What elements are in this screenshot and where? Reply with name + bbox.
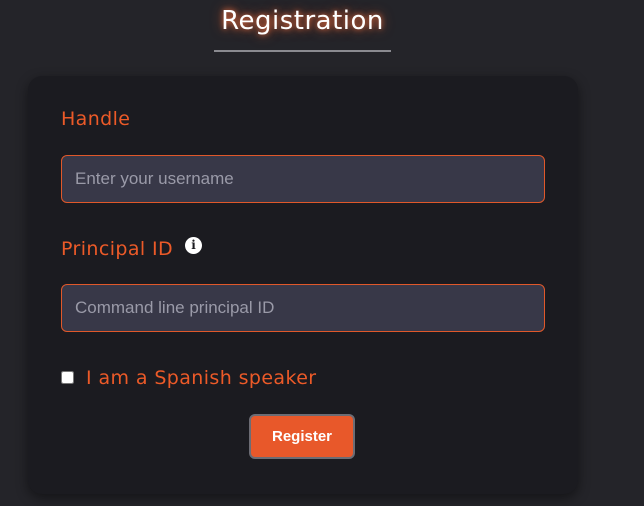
register-button[interactable]: Register [249, 414, 355, 459]
title-underline [214, 50, 391, 52]
page-title: Registration [221, 6, 384, 36]
spanish-speaker-label[interactable]: I am a Spanish speaker [86, 367, 317, 389]
handle-label: Handle [61, 108, 131, 130]
handle-input[interactable] [61, 155, 545, 203]
spanish-speaker-checkbox[interactable] [61, 371, 74, 384]
principal-id-input[interactable] [61, 284, 545, 332]
principal-id-label: Principal ID [61, 238, 174, 260]
info-icon[interactable]: i [185, 237, 202, 254]
